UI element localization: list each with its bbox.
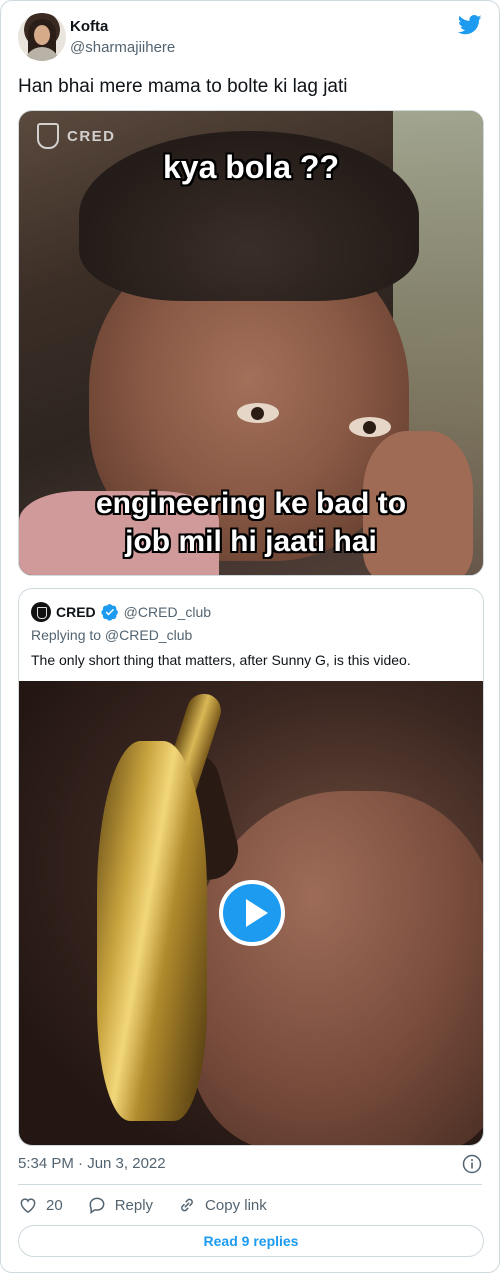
tweet-text: Han bhai mere mama to bolte ki lag jati [18, 76, 348, 97]
link-icon [181, 1198, 193, 1212]
tweet-header: Kofta @sharmajiihere [18, 13, 482, 63]
footer-divider [18, 1184, 482, 1185]
cred-shield-icon [37, 123, 59, 149]
action-bar: 20 Reply Copy link [18, 1194, 291, 1216]
quoted-author-name[interactable]: CRED [56, 604, 96, 620]
like-button[interactable]: 20 [18, 1195, 63, 1215]
reply-bubble-icon [89, 1197, 105, 1214]
like-count: 20 [46, 1196, 63, 1214]
twitter-bird-icon[interactable] [458, 15, 482, 35]
avatar-face [34, 25, 50, 45]
reply-button[interactable]: Reply [87, 1195, 153, 1215]
author-name[interactable]: Kofta [70, 18, 108, 35]
meme-bottom-caption: engineering ke bad to job mil hi jaati h… [19, 485, 483, 561]
read-replies-button[interactable]: Read 9 replies [18, 1225, 484, 1257]
cred-watermark: CRED [37, 123, 116, 149]
image-eye-left [237, 403, 279, 423]
quoted-tweet-text: The only short thing that matters, after… [31, 652, 411, 668]
author-avatar[interactable] [18, 13, 66, 61]
quoted-tweet-header: CRED @CRED_club [31, 601, 211, 623]
copy-link-button[interactable]: Copy link [177, 1195, 267, 1215]
play-button-icon[interactable] [219, 880, 285, 946]
meme-bottom-line-1: engineering ke bad to [95, 487, 407, 520]
quoted-video[interactable] [19, 681, 483, 1145]
quoted-author-handle[interactable]: @CRED_club [124, 604, 211, 620]
quoted-tweet[interactable]: CRED @CRED_club Replying to @CRED_club T… [18, 588, 484, 1146]
copy-link-label: Copy link [205, 1196, 267, 1214]
video-trophy [97, 741, 207, 1121]
meme-top-caption: kya bola ?? [162, 149, 340, 185]
heart-icon [20, 1198, 36, 1213]
image-eye-right [349, 417, 391, 437]
author-handle[interactable]: @sharmajiihere [70, 39, 175, 56]
tweet-timestamp[interactable]: 5:34 PM · Jun 3, 2022 [18, 1155, 166, 1172]
cred-watermark-text: CRED [67, 127, 116, 145]
meme-bottom-line-2: job mil hi jaati hai [125, 525, 377, 558]
verified-badge-icon [101, 604, 118, 621]
quoted-replying-to[interactable]: Replying to @CRED_club [31, 627, 192, 643]
reply-label: Reply [114, 1196, 154, 1214]
tweet-image[interactable]: CRED kya bola ?? engineering ke bad to j… [18, 110, 484, 576]
info-icon[interactable] [462, 1154, 482, 1174]
tweet-card: Kofta @sharmajiihere Han bhai mere mama … [0, 0, 500, 1273]
quoted-author-avatar[interactable] [31, 602, 51, 622]
